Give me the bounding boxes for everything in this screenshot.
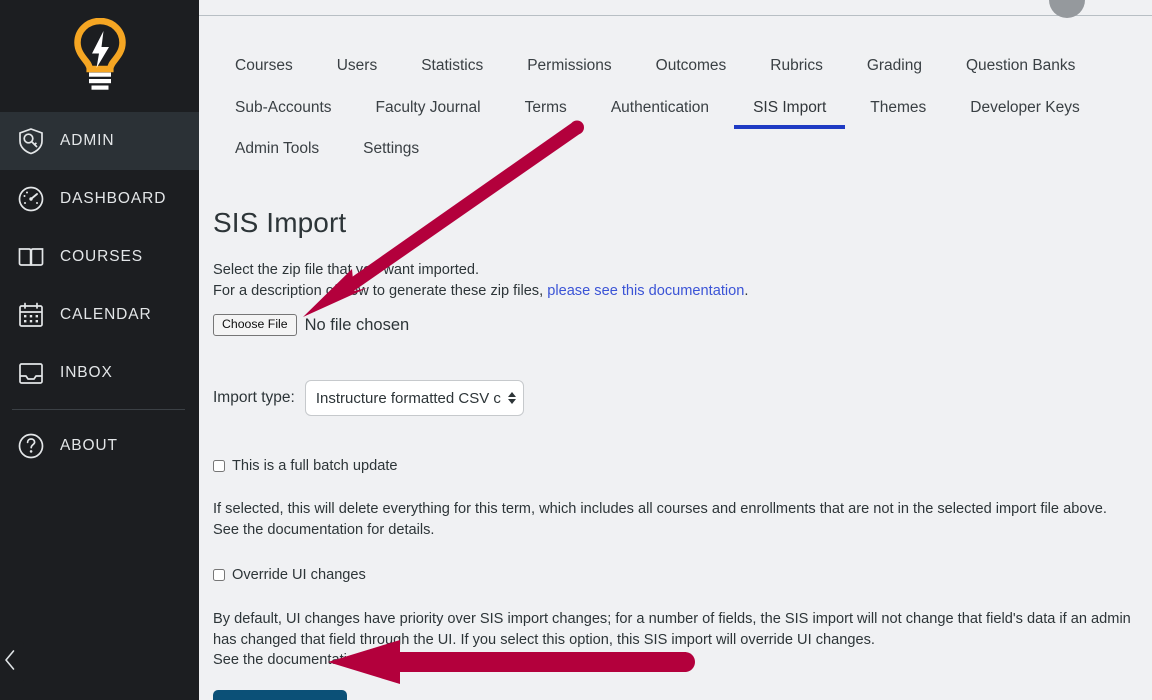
file-input-row: Choose File No file chosen — [213, 314, 1138, 337]
chevron-updown-icon — [507, 392, 516, 405]
tab-authentication[interactable]: Authentication — [589, 88, 731, 130]
sidebar-item-label: INBOX — [60, 364, 113, 381]
sidebar-item-dashboard[interactable]: DASHBOARD — [0, 170, 199, 228]
tab-row-3: Admin Tools Settings — [213, 129, 1138, 171]
admin-shield-icon — [14, 124, 48, 158]
sidebar-item-label: DASHBOARD — [60, 190, 167, 207]
intro-line-1: Select the zip file that you want import… — [213, 262, 480, 278]
sidebar-collapse-handle[interactable] — [0, 641, 24, 683]
dashboard-gauge-icon — [14, 182, 48, 216]
choose-file-button[interactable]: Choose File — [213, 314, 297, 337]
tab-courses[interactable]: Courses — [213, 46, 315, 88]
sidebar-nav: ADMIN DASHBOARD COURSES CALENDAR INBOX A… — [0, 112, 199, 475]
chevron-left-icon — [3, 649, 17, 676]
override-ui-changes-label: Override UI changes — [232, 567, 366, 584]
full-batch-update-checkbox[interactable] — [213, 460, 225, 473]
tab-permissions[interactable]: Permissions — [505, 46, 633, 88]
file-status-label: No file chosen — [304, 315, 410, 334]
tab-terms[interactable]: Terms — [503, 88, 589, 130]
full-batch-update-label: This is a full batch update — [232, 458, 398, 475]
override-desc-line-2: has changed that field through the UI. I… — [213, 631, 875, 648]
tab-grading[interactable]: Grading — [845, 46, 944, 88]
tab-sub-accounts[interactable]: Sub-Accounts — [213, 88, 354, 130]
inbox-tray-icon — [14, 356, 48, 390]
tab-developer-keys[interactable]: Developer Keys — [948, 88, 1101, 130]
page-title: SIS Import — [213, 207, 347, 238]
override-ui-changes-checkbox[interactable] — [213, 569, 225, 582]
full-batch-update-row[interactable]: This is a full batch update — [213, 458, 1138, 474]
global-sidebar: ADMIN DASHBOARD COURSES CALENDAR INBOX A… — [0, 0, 199, 700]
tab-question-banks[interactable]: Question Banks — [944, 46, 1097, 88]
tab-themes[interactable]: Themes — [848, 88, 948, 130]
sidebar-item-label: COURSES — [60, 248, 143, 265]
app-root: ADMIN DASHBOARD COURSES CALENDAR INBOX A… — [0, 0, 1152, 700]
sidebar-item-label: CALENDAR — [60, 306, 152, 323]
sidebar-item-courses[interactable]: COURSES — [0, 228, 199, 286]
documentation-link[interactable]: please see this documentation — [547, 283, 744, 299]
intro-line-2: For a description of how to generate the… — [213, 281, 1138, 302]
intro-prefix: For a description of how to generate the… — [213, 282, 548, 299]
top-bar — [199, 0, 1152, 18]
tab-outcomes[interactable]: Outcomes — [634, 46, 749, 88]
import-type-value: Instructure formatted CSV c — [315, 389, 501, 407]
import-type-row: Import type: Instructure formatted CSV c — [213, 380, 1138, 417]
batch-desc-line-1: If selected, this will delete everything… — [213, 501, 1107, 518]
sidebar-item-calendar[interactable]: CALENDAR — [0, 286, 199, 344]
sidebar-item-label: ADMIN — [60, 132, 115, 149]
process-data-button[interactable]: Process Data — [213, 689, 348, 700]
sis-import-form: SIS Import Select the zip file that you … — [199, 205, 1152, 700]
user-avatar[interactable] — [1049, 0, 1085, 18]
intro-suffix: . — [744, 282, 749, 299]
sidebar-divider — [12, 409, 185, 410]
override-ui-changes-row[interactable]: Override UI changes — [213, 567, 1138, 583]
sidebar-item-label: ABOUT — [60, 437, 118, 454]
batch-update-description: If selected, this will delete everything… — [213, 499, 1138, 540]
tab-row-2: Sub-Accounts Faculty Journal Terms Authe… — [213, 88, 1138, 130]
calendar-icon — [14, 298, 48, 332]
sidebar-item-about[interactable]: ABOUT — [0, 417, 199, 475]
tab-settings[interactable]: Settings — [341, 129, 441, 171]
tab-users[interactable]: Users — [315, 46, 399, 88]
import-type-select[interactable]: Instructure formatted CSV c — [304, 380, 524, 417]
override-desc-line-3: See the documentation for details. — [213, 652, 435, 669]
tab-statistics[interactable]: Statistics — [399, 46, 505, 88]
sidebar-item-admin[interactable]: ADMIN — [0, 112, 199, 170]
tab-admin-tools[interactable]: Admin Tools — [213, 129, 341, 171]
override-ui-description: By default, UI changes have priority ove… — [213, 609, 1138, 671]
import-type-label: Import type: — [213, 389, 295, 407]
sidebar-item-inbox[interactable]: INBOX — [0, 344, 199, 402]
courses-book-icon — [14, 240, 48, 274]
tab-rubrics[interactable]: Rubrics — [748, 46, 845, 88]
tab-faculty-journal[interactable]: Faculty Journal — [354, 88, 503, 130]
about-question-icon — [14, 429, 48, 463]
tab-row-1: Courses Users Statistics Permissions Out… — [213, 46, 1138, 88]
content-area: Courses Users Statistics Permissions Out… — [199, 0, 1152, 700]
canvas-lightbulb-logo[interactable] — [0, 0, 199, 112]
batch-desc-line-2: See the documentation for details. — [213, 521, 435, 538]
account-nav-tabs: Courses Users Statistics Permissions Out… — [199, 46, 1152, 171]
override-desc-line-1: By default, UI changes have priority ove… — [213, 611, 1131, 628]
tab-sis-import[interactable]: SIS Import — [731, 88, 848, 130]
